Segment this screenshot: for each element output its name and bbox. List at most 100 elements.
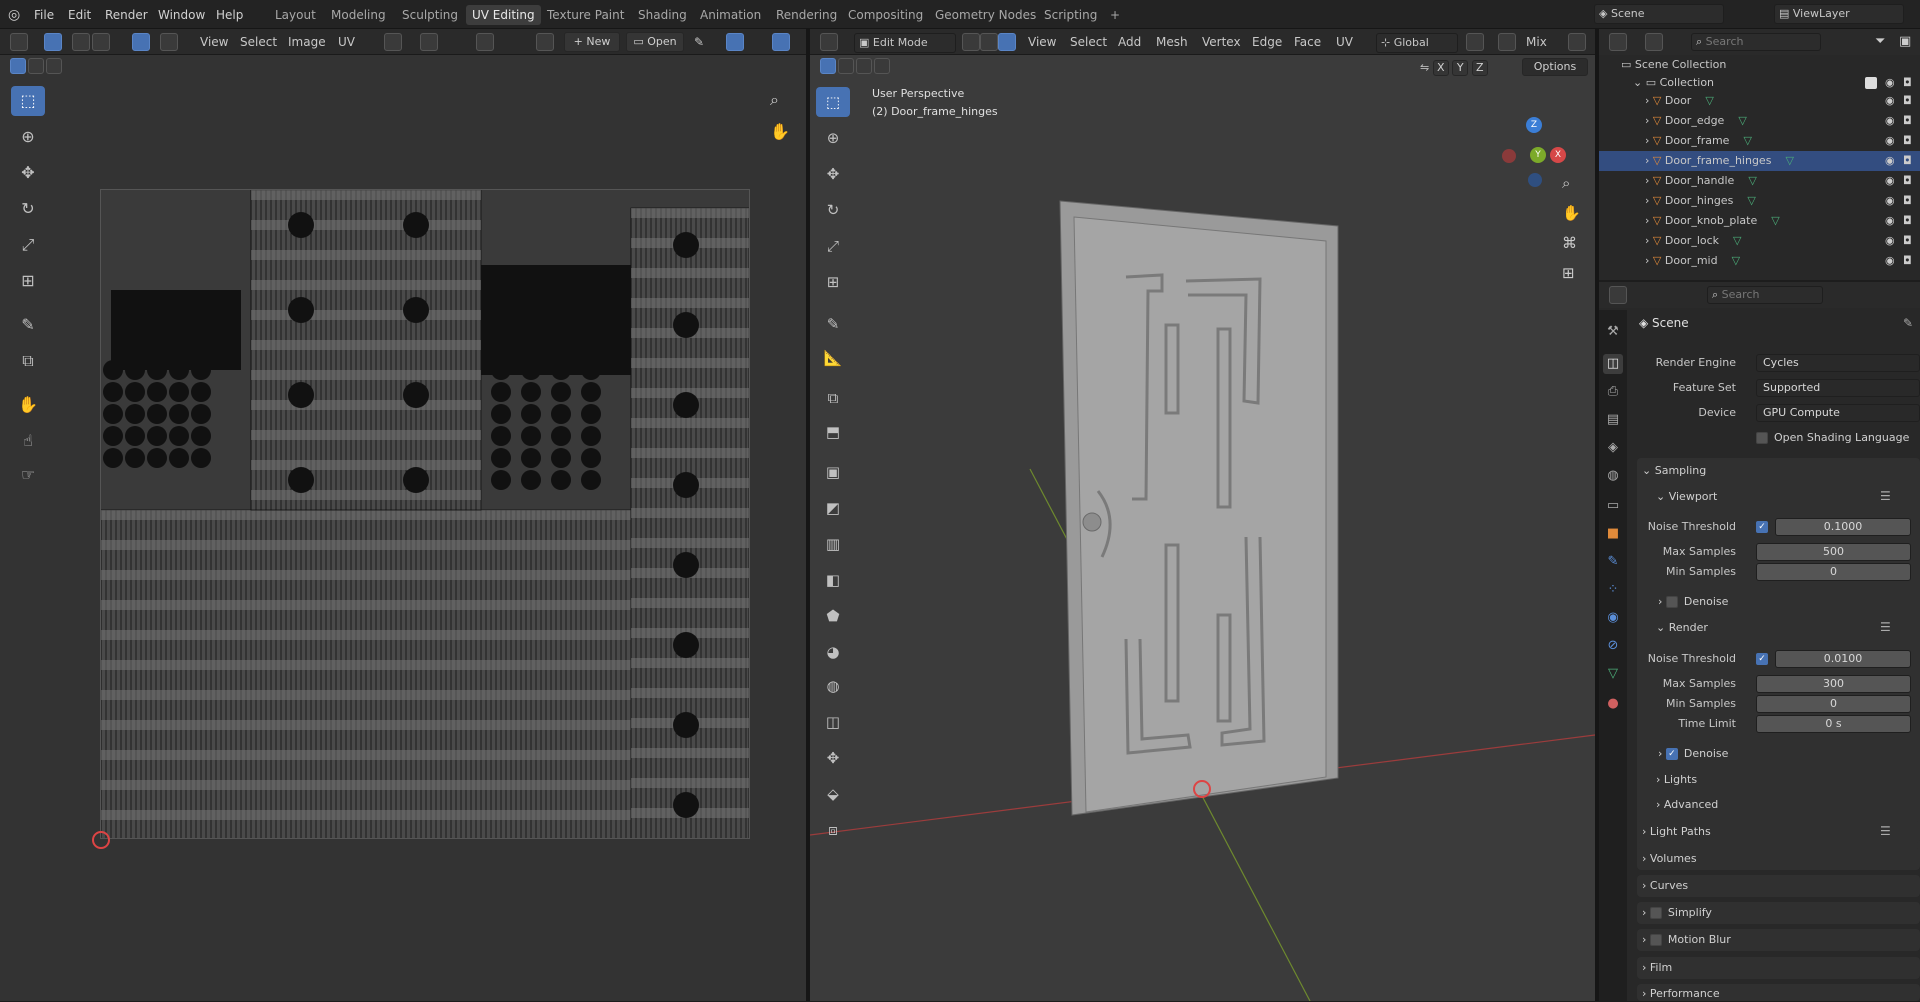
- select-box-tool-icon[interactable]: ⬚: [11, 86, 45, 116]
- pan-viewport-icon[interactable]: ✋: [1562, 204, 1581, 222]
- menu-help[interactable]: Help: [216, 7, 243, 23]
- gizmo-x-axis[interactable]: X: [1550, 147, 1566, 163]
- edge-mode-icon[interactable]: [980, 33, 998, 51]
- render-camera-icon[interactable]: ◘: [1903, 151, 1912, 171]
- rotate-tool-icon[interactable]: ↻: [11, 194, 45, 224]
- pinch-tool-icon[interactable]: ☞: [11, 460, 45, 490]
- properties-search[interactable]: ⌕ Search: [1707, 286, 1823, 304]
- expand-arrow-icon[interactable]: ›: [1645, 114, 1653, 127]
- vp-noise-threshold-checkbox[interactable]: ✓: [1756, 519, 1774, 535]
- gizmo-neg-x[interactable]: [1502, 149, 1516, 163]
- mesh-data-icon[interactable]: ▽: [1743, 134, 1751, 147]
- vp-min-samples-field[interactable]: 0: [1756, 563, 1911, 581]
- osl-checkbox-row[interactable]: Open Shading Language: [1756, 430, 1909, 446]
- snap-icon[interactable]: [420, 33, 438, 51]
- zoom-viewport-icon[interactable]: ⌕: [1562, 174, 1570, 192]
- mesh-data-icon[interactable]: ▽: [1747, 194, 1755, 207]
- collection-row[interactable]: ⌄ ▭ Collection ◉ ◘: [1599, 73, 1920, 93]
- camera-view-icon[interactable]: ⌘: [1562, 234, 1577, 252]
- outliner-object-row[interactable]: › ▽ Door_edge ▽ ◉ ◘: [1599, 111, 1920, 131]
- outliner-search[interactable]: ⌕ Search: [1691, 33, 1821, 51]
- blender-logo-icon[interactable]: ◎: [8, 7, 20, 23]
- expand-arrow-icon[interactable]: ›: [1645, 234, 1653, 247]
- mirror-x-toggle[interactable]: X: [1432, 60, 1449, 76]
- menu-edit[interactable]: Edit: [68, 7, 91, 23]
- ortho-toggle-icon[interactable]: ⊞: [1562, 264, 1575, 282]
- object-tab-icon[interactable]: ■: [1603, 524, 1623, 544]
- visibility-eye-icon[interactable]: ◉: [1885, 191, 1895, 211]
- output-tab-icon[interactable]: ⎙: [1603, 382, 1623, 402]
- vertex-select-icon[interactable]: [72, 33, 90, 51]
- visibility-eye-icon[interactable]: ◉: [1885, 73, 1895, 93]
- render-presets-icon[interactable]: ☰: [1880, 620, 1891, 634]
- uv-image-canvas[interactable]: [100, 189, 750, 839]
- proportional-icon[interactable]: [476, 33, 494, 51]
- outliner-object-row[interactable]: › ▽ Door_knob_plate ▽ ◉ ◘: [1599, 211, 1920, 231]
- vp-select-box-icon[interactable]: ⬚: [816, 87, 850, 117]
- motion-blur-header[interactable]: › Motion Blur: [1642, 932, 1731, 948]
- tab-modeling[interactable]: Modeling: [325, 5, 392, 25]
- image-browse-icon[interactable]: [536, 33, 554, 51]
- vp-transform-icon[interactable]: ⊞: [816, 267, 850, 297]
- vp-menu-mesh[interactable]: Mesh: [1156, 34, 1188, 50]
- vp-rip-icon[interactable]: ⧈: [816, 815, 850, 845]
- vp-edge-slide-icon[interactable]: ◫: [816, 707, 850, 737]
- viewport-editor-type-icon[interactable]: [820, 33, 838, 51]
- tab-uv-editing[interactable]: UV Editing: [466, 5, 541, 25]
- scale-tool-icon[interactable]: ⤢: [11, 230, 45, 260]
- view-layer-tab-icon[interactable]: ▤: [1603, 410, 1623, 430]
- exclude-checkbox[interactable]: [1865, 77, 1877, 89]
- uv-menu-uv[interactable]: UV: [338, 34, 355, 50]
- transform-orientation-dropdown[interactable]: ⊹ Global: [1376, 33, 1458, 53]
- render-subpanel-header[interactable]: ⌄ Render: [1656, 620, 1708, 636]
- vp-move-icon[interactable]: ✥: [816, 159, 850, 189]
- expand-arrow-icon[interactable]: ›: [1645, 194, 1653, 207]
- navigation-gizmo[interactable]: Z X Y: [1502, 117, 1570, 187]
- vp-add-cube-icon[interactable]: ⧉: [816, 383, 850, 413]
- mesh-data-icon[interactable]: ▽: [1705, 94, 1713, 107]
- outliner-object-row[interactable]: › ▽ Door ▽ ◉ ◘: [1599, 91, 1920, 111]
- outliner-object-row[interactable]: › ▽ Door_mid ▽ ◉ ◘: [1599, 251, 1920, 271]
- render-camera-icon[interactable]: ◘: [1903, 251, 1912, 271]
- vp-menu-face[interactable]: Face: [1294, 34, 1321, 50]
- gizmo-toggle-icon[interactable]: [772, 33, 790, 51]
- new-image-button[interactable]: + New: [564, 32, 620, 52]
- 3d-viewport-area[interactable]: ▣ Edit Mode View Select Add Mesh Vertex …: [810, 29, 1595, 1001]
- transform-tool-icon[interactable]: ⊞: [11, 266, 45, 296]
- r-max-samples-field[interactable]: 300: [1756, 675, 1911, 693]
- tab-texture-paint[interactable]: Texture Paint: [541, 5, 630, 25]
- gizmo-y-axis[interactable]: Y: [1530, 147, 1546, 163]
- grab-tool-icon[interactable]: ✋: [11, 390, 45, 420]
- vp-menu-edge[interactable]: Edge: [1252, 34, 1282, 50]
- render-camera-icon[interactable]: ◘: [1903, 111, 1912, 131]
- device-dropdown[interactable]: GPU Compute: [1756, 404, 1920, 422]
- outliner-object-row[interactable]: › ▽ Door_lock ▽ ◉ ◘: [1599, 231, 1920, 251]
- vp-smooth-icon[interactable]: ◍: [816, 671, 850, 701]
- expand-arrow-icon[interactable]: ›: [1645, 254, 1653, 267]
- modifier-tab-icon[interactable]: ✎: [1603, 552, 1623, 572]
- vp-shrink-fatten-icon[interactable]: ✥: [816, 743, 850, 773]
- tab-shading[interactable]: Shading: [632, 5, 693, 25]
- visibility-eye-icon[interactable]: ◉: [1885, 171, 1895, 191]
- tab-scripting[interactable]: Scripting: [1038, 5, 1103, 25]
- proportional-edit-icon[interactable]: [1568, 33, 1586, 51]
- vp-menu-uv[interactable]: UV: [1336, 34, 1353, 50]
- vp-spin-icon[interactable]: ◕: [816, 637, 850, 667]
- render-tab-icon[interactable]: ◫: [1603, 354, 1623, 374]
- vp-bevel-icon[interactable]: ◩: [816, 493, 850, 523]
- visibility-eye-icon[interactable]: ◉: [1885, 211, 1895, 231]
- advanced-subpanel[interactable]: › Advanced: [1656, 797, 1718, 813]
- visibility-eye-icon[interactable]: ◉: [1885, 131, 1895, 151]
- vp-poly-build-icon[interactable]: ⬟: [816, 601, 850, 631]
- material-tab-icon[interactable]: ●: [1603, 694, 1623, 714]
- mesh-data-icon[interactable]: ▽: [1738, 114, 1746, 127]
- render-camera-icon[interactable]: ◘: [1903, 231, 1912, 251]
- vp-shear-icon[interactable]: ⬙: [816, 779, 850, 809]
- vp-select-set-icon[interactable]: [820, 58, 836, 74]
- scene-tab-icon[interactable]: ◈: [1603, 438, 1623, 458]
- outliner-display-mode-icon[interactable]: [1645, 33, 1663, 51]
- collection-tab-icon[interactable]: ▭: [1603, 496, 1623, 516]
- expand-arrow-icon[interactable]: ›: [1645, 94, 1653, 107]
- pan-hand-icon[interactable]: ✋: [770, 122, 790, 141]
- sticky-select-icon[interactable]: [160, 33, 178, 51]
